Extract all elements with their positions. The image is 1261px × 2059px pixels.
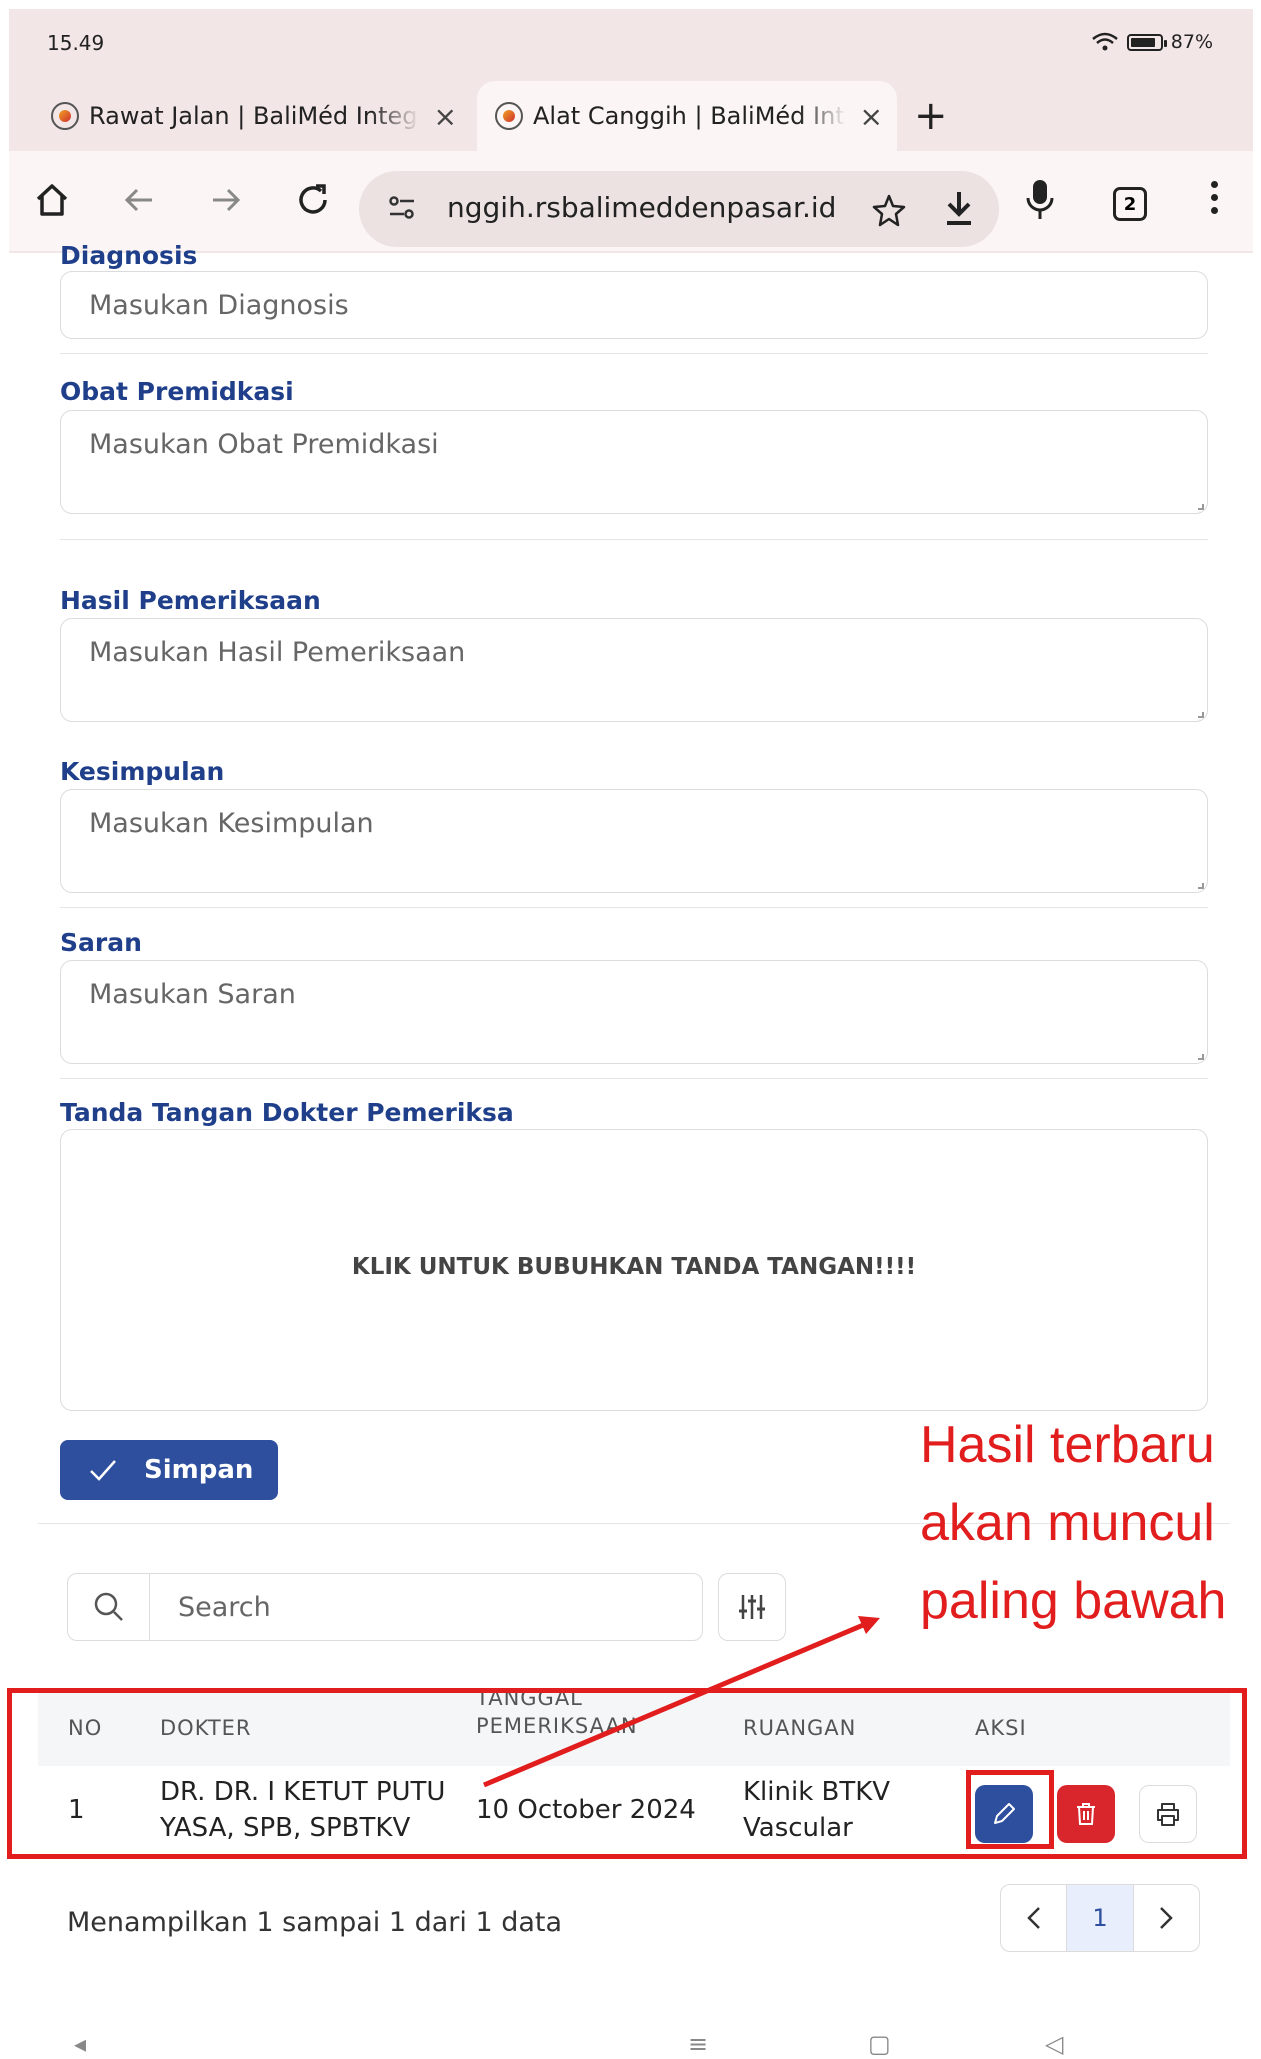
annotation-highlight-box [7,1688,1247,1859]
system-nav-bar: ◂ ≡ ▢ ◁ [0,2020,1261,2059]
search-placeholder: Search [178,1592,271,1623]
resize-handle[interactable] [1198,504,1204,510]
diagnosis-input[interactable]: Masukan Diagnosis [60,271,1208,339]
address-bar[interactable]: nggih.rsbalimeddenpasar.id [359,171,999,247]
check-icon [90,1460,116,1481]
status-time: 15.49 [47,31,105,55]
annotation-line: paling bawah [920,1572,1227,1630]
search-field[interactable]: Search [67,1573,703,1641]
signature-pad[interactable]: KLIK UNTUK BUBUHKAN TANDA TANGAN!!!! [60,1129,1208,1411]
hasil-pemeriksaan-placeholder: Masukan Hasil Pemeriksaan [89,637,466,668]
divider [60,1078,1208,1079]
obat-premidkasi-input[interactable]: Masukan Obat Premidkasi [60,410,1208,514]
home-icon[interactable] [33,181,71,219]
filter-sliders-icon [739,1595,765,1619]
filter-button[interactable] [718,1573,786,1641]
battery-level: 87% [1170,31,1213,53]
hasil-pemeriksaan-input[interactable]: Masukan Hasil Pemeriksaan [60,618,1208,722]
nav-home-icon[interactable]: ▢ [868,2030,891,2058]
nav-back-icon[interactable]: ◁ [1045,2030,1063,2058]
tab-strip: Rawat Jalan | BaliMéd Integra × Alat Can… [9,81,1253,151]
site-favicon-icon [495,102,523,130]
page-1-button[interactable]: 1 [1066,1885,1134,1951]
toolbar: nggih.rsbalimeddenpasar.id 2 [9,151,1253,251]
download-icon[interactable] [941,189,977,229]
saran-label: Saran [60,928,142,957]
tanda-tangan-label: Tanda Tangan Dokter Pemeriksa [60,1098,514,1127]
battery-icon [1126,33,1167,51]
site-favicon-icon [51,102,79,130]
search-icon-wrap [68,1574,150,1640]
pagination-info: Menampilkan 1 sampai 1 dari 1 data [67,1907,563,1938]
prev-page-button[interactable] [1001,1885,1066,1951]
saran-placeholder: Masukan Saran [89,979,296,1010]
diagnosis-placeholder: Masukan Diagnosis [89,290,349,321]
signature-prompt: KLIK UNTUK BUBUHKAN TANDA TANGAN!!!! [351,1254,917,1280]
diagnosis-label: Diagnosis [60,241,198,270]
back-icon[interactable] [122,183,156,217]
annotation-edit-highlight [966,1770,1054,1849]
tab-alat-canggih[interactable]: Alat Canggih | BaliMéd Integra × [477,81,897,151]
url-text[interactable]: nggih.rsbalimeddenpasar.id [447,191,836,224]
nav-menu-icon[interactable]: ≡ [688,2030,708,2058]
divider [60,539,1208,540]
microphone-icon[interactable] [1024,177,1056,223]
annotation-text: Hasil terbaru akan muncul paling bawah [920,1406,1250,1640]
chevron-right-icon [1160,1907,1174,1929]
obat-premidkasi-label: Obat Premidkasi [60,377,294,406]
site-settings-icon[interactable] [387,193,417,223]
bookmark-star-icon[interactable] [871,193,907,229]
tab-title: Alat Canggih | BaliMéd Integra [533,102,846,130]
resize-handle[interactable] [1198,1054,1204,1060]
browser-chrome: 15.49 87% Rawat Jalan | BaliMéd Integra … [9,9,1253,253]
status-bar: 15.49 87% [9,9,1253,79]
forward-icon[interactable] [209,183,243,217]
reload-icon[interactable] [294,181,332,219]
next-page-button[interactable] [1134,1885,1199,1951]
annotation-line: Hasil terbaru [920,1416,1215,1474]
annotation-line: akan muncul [920,1494,1215,1552]
tab-close-icon[interactable]: × [846,100,897,133]
resize-handle[interactable] [1198,712,1204,718]
save-label: Simpan [144,1455,254,1485]
kesimpulan-input[interactable]: Masukan Kesimpulan [60,789,1208,893]
pagination: 1 [1000,1884,1200,1952]
kesimpulan-label: Kesimpulan [60,757,225,786]
chevron-left-icon [1026,1907,1040,1929]
search-icon [94,1592,123,1621]
hasil-pemeriksaan-label: Hasil Pemeriksaan [60,586,321,615]
kesimpulan-placeholder: Masukan Kesimpulan [89,808,374,839]
tab-switcher-button[interactable]: 2 [1113,187,1147,221]
saran-input[interactable]: Masukan Saran [60,960,1208,1064]
tab-title: Rawat Jalan | BaliMéd Integra [89,102,420,130]
save-button[interactable]: Simpan [60,1440,278,1500]
divider [60,907,1208,908]
tab-rawat-jalan[interactable]: Rawat Jalan | BaliMéd Integra × [51,81,471,151]
resize-handle[interactable] [1198,883,1204,889]
menu-kebab-icon[interactable] [1211,181,1219,220]
wifi-icon [1091,32,1118,51]
tab-close-icon[interactable]: × [420,100,471,133]
nav-arrow-icon[interactable]: ◂ [74,2030,86,2058]
divider [60,353,1208,354]
obat-premidkasi-placeholder: Masukan Obat Premidkasi [89,429,439,460]
new-tab-button[interactable]: + [914,93,948,139]
